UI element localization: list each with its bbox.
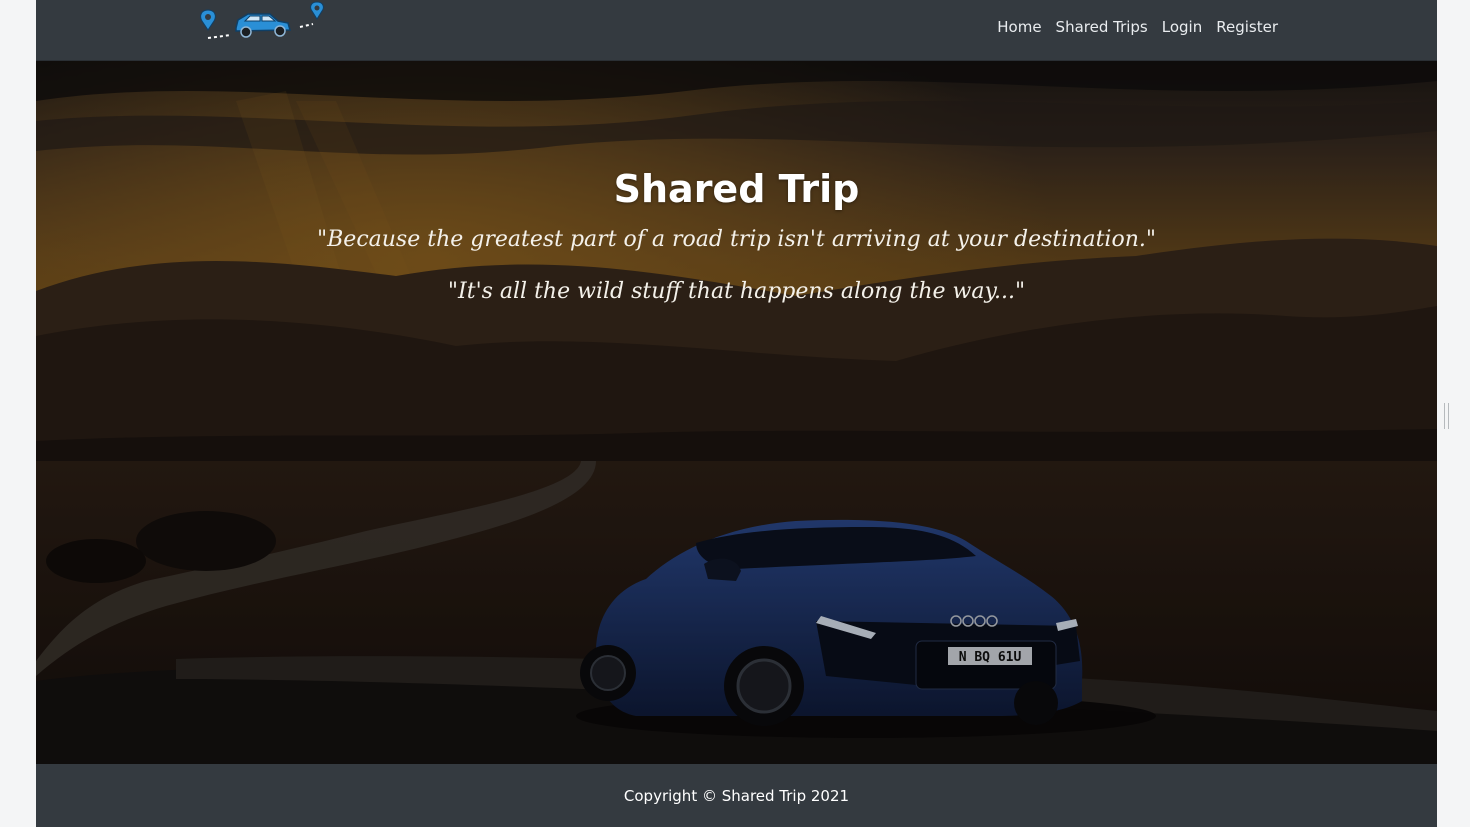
hero-quote-1: "Because the greatest part of a road tri… (317, 227, 1156, 252)
nav-link-register[interactable]: Register (1209, 16, 1285, 38)
hero-title: Shared Trip (613, 167, 860, 211)
navbar: Home Shared Trips Login Register (36, 0, 1437, 61)
map-pin-icon (310, 1, 324, 20)
footer: Copyright © Shared Trip 2021 (36, 764, 1437, 827)
resize-handle[interactable] (1443, 403, 1451, 429)
footer-copyright: Copyright © Shared Trip 2021 (623, 787, 850, 805)
brand-logo[interactable] (196, 0, 331, 44)
hero-section: N BQ 61U Shared Trip "Because the greate… (36, 61, 1437, 764)
hero-quote-2: "It's all the wild stuff that happens al… (447, 279, 1026, 304)
nav-link-shared-trips[interactable]: Shared Trips (1049, 16, 1155, 38)
page-frame: Home Shared Trips Login Register N BQ 61… (36, 0, 1437, 827)
map-pin-icon (200, 9, 216, 31)
nav-links: Home Shared Trips Login Register (990, 16, 1285, 38)
nav-link-home[interactable]: Home (990, 16, 1048, 38)
car-icon (235, 13, 291, 38)
car-route-icon (200, 1, 324, 39)
nav-link-login[interactable]: Login (1155, 16, 1209, 38)
